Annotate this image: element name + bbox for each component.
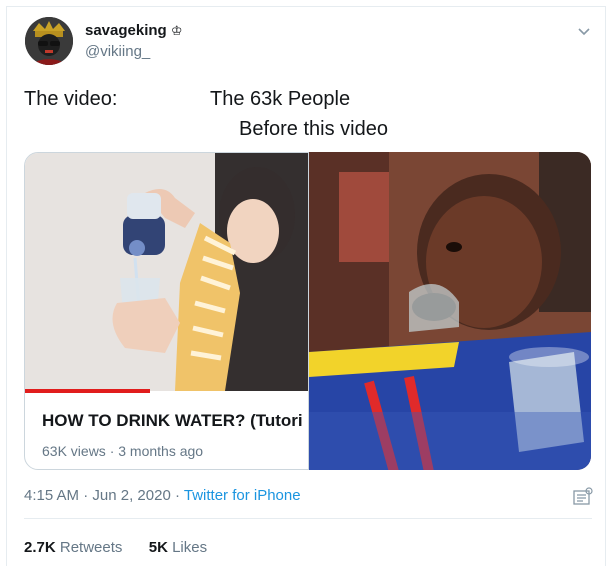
display-name[interactable]: savageking ♔ [85, 22, 183, 39]
meta-separator: · [79, 487, 93, 504]
tweet-time[interactable]: 4:15 AM [24, 487, 79, 504]
likes-count[interactable]: 5K [149, 539, 168, 556]
watched-progress-bar [25, 389, 151, 393]
twitter-app-icon[interactable] [572, 487, 594, 512]
tweet-text-right-1: The 63k People [210, 88, 351, 110]
likes-stat[interactable]: 5K Likes [149, 539, 207, 556]
divider [24, 518, 592, 519]
tweet-text-left: The video: [24, 88, 118, 110]
tweet-date[interactable]: Jun 2, 2020 [92, 487, 170, 504]
reaction-photo [309, 152, 591, 470]
reaction-image[interactable] [309, 152, 591, 470]
retweets-label[interactable]: Retweets [60, 539, 123, 556]
tweet-text-right-2: Before this video [239, 118, 388, 140]
tweet-timestamp-row: 4:15 AM · Jun 2, 2020 · Twitter for iPho… [24, 487, 301, 504]
retweets-count[interactable]: 2.7K [24, 539, 56, 556]
chevron-down-icon[interactable] [577, 24, 591, 42]
user-handle[interactable]: @vikiing_ [85, 43, 150, 60]
video-meta: 63K views · 3 months ago [42, 443, 204, 459]
crown-emoji: ♔ [170, 23, 183, 38]
retweets-stat[interactable]: 2.7K Retweets [24, 539, 122, 556]
likes-label[interactable]: Likes [172, 539, 207, 556]
display-name-text[interactable]: savageking [85, 22, 167, 39]
avatar-image [25, 17, 73, 65]
tweet-source-link[interactable]: Twitter for iPhone [184, 487, 301, 504]
video-thumbnail[interactable] [25, 153, 309, 391]
avatar[interactable] [25, 17, 73, 65]
meta-separator-2: · [170, 487, 184, 504]
youtube-card[interactable]: HOW TO DRINK WATER? (Tutori 63K views · … [24, 152, 309, 470]
tweet-stats: 2.7K Retweets 5K Likes [24, 539, 207, 556]
video-title[interactable]: HOW TO DRINK WATER? (Tutori [42, 411, 303, 431]
